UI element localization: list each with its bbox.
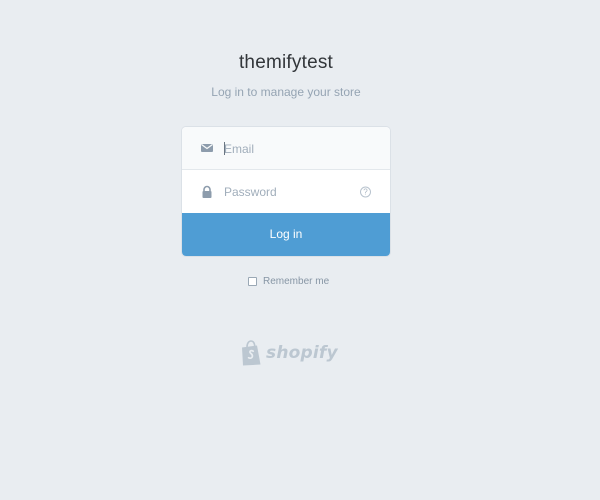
lock-icon bbox=[202, 185, 212, 198]
login-page: themifytest Log in to manage your store … bbox=[0, 0, 600, 500]
password-field-row: ? bbox=[182, 170, 390, 213]
login-button[interactable]: Log in bbox=[182, 213, 390, 256]
email-input[interactable] bbox=[224, 127, 349, 170]
envelope-icon bbox=[201, 143, 213, 152]
shopify-wordmark: shopify bbox=[266, 343, 338, 363]
remember-me-label[interactable]: Remember me bbox=[263, 276, 329, 287]
store-title: themifytest bbox=[238, 52, 334, 73]
remember-me-checkbox[interactable] bbox=[248, 276, 257, 286]
password-input[interactable] bbox=[224, 170, 349, 213]
shopify-bag-icon bbox=[242, 340, 261, 366]
login-subtitle: Log in to manage your store bbox=[211, 85, 361, 99]
login-form: ? Log in bbox=[182, 127, 390, 256]
remember-me[interactable]: Remember me bbox=[248, 274, 329, 288]
email-field-row bbox=[182, 127, 390, 170]
question-circle-icon[interactable]: ? bbox=[360, 186, 371, 197]
shopify-logo: shopify bbox=[240, 340, 338, 366]
